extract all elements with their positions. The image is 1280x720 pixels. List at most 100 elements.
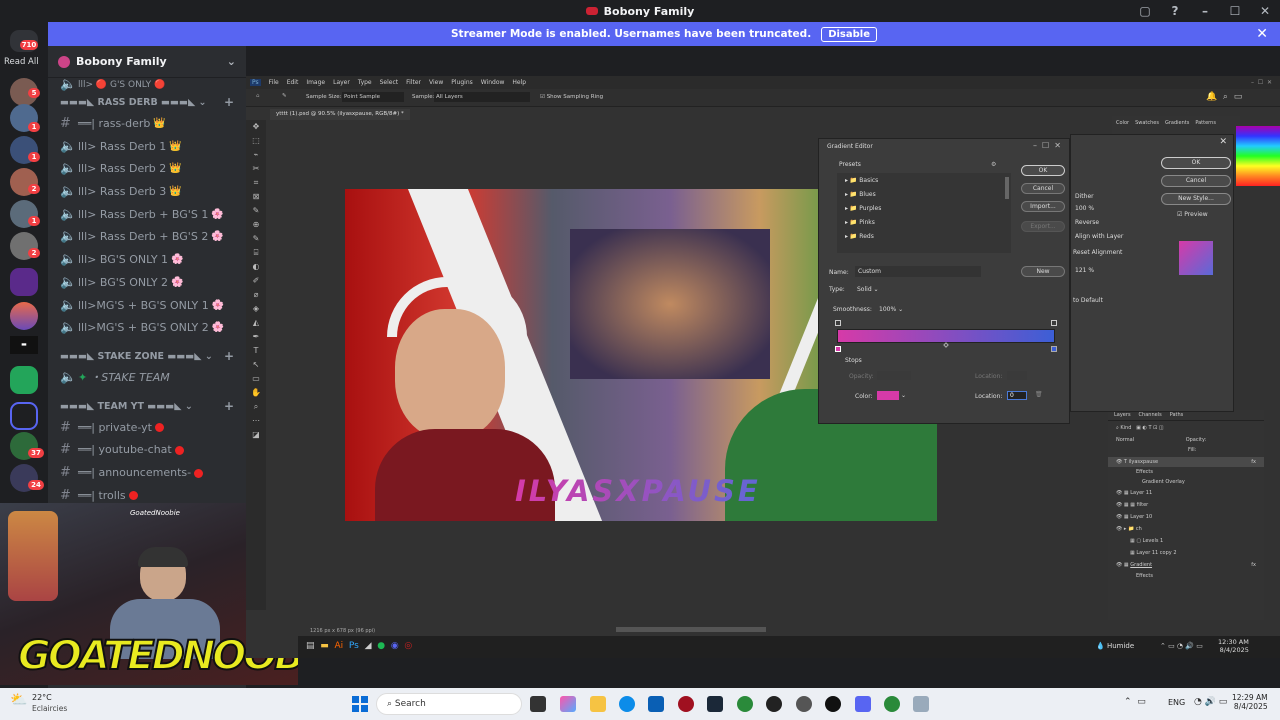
- ps-right-icons[interactable]: 🔔 ⌕ ▭: [1206, 92, 1242, 102]
- preset-folder[interactable]: ▸ 📁 Blues: [837, 184, 1011, 198]
- inbox-icon[interactable]: ▢: [1130, 0, 1160, 22]
- layer-row[interactable]: ▦ ▢ Levels 1: [1108, 535, 1264, 547]
- ps-window-controls[interactable]: – ☐ ✕: [1251, 79, 1272, 86]
- read-all-button[interactable]: Read All: [4, 57, 39, 67]
- copilot-icon[interactable]: [560, 696, 576, 712]
- menu-view[interactable]: View: [429, 79, 443, 86]
- midpoint-marker[interactable]: [943, 342, 949, 348]
- layer-row[interactable]: 👁 ▦ Gradient fx: [1108, 559, 1264, 571]
- opacity-stop-right[interactable]: [1051, 320, 1057, 326]
- color-stop-right[interactable]: [1051, 346, 1057, 352]
- channel-item[interactable]: # ══| announcements-: [48, 462, 246, 485]
- channel-item[interactable]: 🔈 lll> Rass Derb + BG'S 2 🌸: [48, 226, 246, 249]
- settings-icon[interactable]: ⚙: [991, 161, 996, 168]
- add-channel-icon[interactable]: +: [224, 92, 234, 113]
- channel-item[interactable]: # ══| private-yt: [48, 417, 246, 440]
- sample-size-select[interactable]: Point Sample: [342, 92, 404, 102]
- server-icon[interactable]: [10, 268, 38, 296]
- menu-plugins[interactable]: Plugins: [451, 79, 473, 86]
- layer-row[interactable]: 👁 ▦ Layer 10: [1108, 511, 1264, 523]
- menu-edit[interactable]: Edit: [287, 79, 299, 86]
- reverse-option[interactable]: Reverse: [1075, 219, 1099, 226]
- tool-icons[interactable]: ✥ ⬚ ⌁ ✂ ⌗ ⊠ ✎ ⊕ ✎ ⌸ ◐ ✐ ⌀ ◈ ◭ ✒ T ↖ ▭ ✋ ⌕ ⋯ ◪: [246, 120, 266, 442]
- file-explorer-icon[interactable]: [590, 696, 606, 712]
- category-team-yt[interactable]: ▬▬▬◣ TEAM YT ▬▬▬◣ ⌄ +: [48, 396, 246, 417]
- add-channel-icon[interactable]: +: [224, 346, 234, 367]
- chevron-down-icon[interactable]: ⌄: [227, 55, 236, 68]
- tab-swatches[interactable]: Swatches: [1135, 120, 1159, 126]
- layer-filter[interactable]: ⌕ Kind ▣ ◐ T ⊡ ◫: [1108, 421, 1264, 435]
- app-icon[interactable]: [766, 696, 782, 712]
- preset-folder[interactable]: ▸ 📁 Purples: [837, 198, 1011, 212]
- preset-folder[interactable]: ▸ 📁 Pinks: [837, 212, 1011, 226]
- channel-item[interactable]: 🔈 ✦ ・STAKE TEAM: [48, 367, 246, 390]
- opacity-stop-left[interactable]: [835, 320, 841, 326]
- color-spectrum[interactable]: [1236, 126, 1280, 186]
- menu-select[interactable]: Select: [380, 79, 399, 86]
- tab-patterns[interactable]: Patterns: [1195, 120, 1216, 126]
- discord-icon[interactable]: [855, 696, 871, 712]
- chrome-icon[interactable]: [884, 696, 900, 712]
- app-icon[interactable]: [678, 696, 694, 712]
- channel-item[interactable]: 🔈 lll> Rass Derb 2 👑: [48, 158, 246, 181]
- dither-option[interactable]: Dither: [1075, 193, 1094, 200]
- layer-row[interactable]: Effects: [1108, 571, 1264, 581]
- maximize-button[interactable]: ☐: [1220, 0, 1250, 22]
- minimize-button[interactable]: –: [1190, 0, 1220, 22]
- remote-desktop-icon[interactable]: [913, 696, 929, 712]
- guild-header[interactable]: Bobony Family ⌄: [48, 46, 246, 78]
- new-style-button[interactable]: New Style...: [1161, 193, 1231, 205]
- github-icon[interactable]: [796, 696, 812, 712]
- show-ring-checkbox[interactable]: ☑ Show Sampling Ring: [540, 94, 603, 100]
- category-rass-derb[interactable]: ▬▬▬◣ RASS DERB ▬▬▬◣ ⌄ +: [48, 92, 246, 113]
- remote-tray-icons[interactable]: ⌃ ▭ ◔ 🔊 ▭: [1160, 642, 1203, 650]
- server-icon[interactable]: [10, 302, 38, 330]
- document-tab[interactable]: ytttt (1).psd @ 90.5% (ilyasxpause, RGB/…: [270, 109, 410, 120]
- layer-style-cancel-button[interactable]: Cancel: [1161, 175, 1231, 187]
- menu-file[interactable]: File: [269, 79, 279, 86]
- channel-item[interactable]: # ══| rass-derb 👑: [48, 113, 246, 136]
- opacity-location-input[interactable]: [1007, 371, 1027, 380]
- export-button[interactable]: Export...: [1021, 221, 1065, 232]
- category-stake-zone[interactable]: ▬▬▬◣ STAKE ZONE ▬▬▬◣ ⌄ +: [48, 346, 246, 367]
- server-icon[interactable]: ▬: [10, 336, 38, 354]
- preset-folder[interactable]: ▸ 📁 Basics: [837, 173, 1011, 184]
- preset-scrollbar[interactable]: [1005, 177, 1009, 199]
- channel-item[interactable]: 🔈 lll> Rass Derb + BG'S 1 🌸: [48, 204, 246, 227]
- channel-item[interactable]: 🔈 lll>MG'S + BG'S ONLY 1 🌸: [48, 295, 246, 318]
- layer-row[interactable]: 👁 ▦ ▦ filter: [1108, 499, 1264, 511]
- folder-icon[interactable]: [10, 402, 38, 430]
- channel-item[interactable]: # ══| youtube-chat: [48, 439, 246, 462]
- channel-item[interactable]: 🔈 lll> BG'S ONLY 1 🌸: [48, 249, 246, 272]
- edge-icon[interactable]: [619, 696, 635, 712]
- clock[interactable]: 12:29 AM 8/4/2025: [1232, 693, 1268, 711]
- fill-row[interactable]: Fill:: [1108, 445, 1264, 457]
- media-player-icon[interactable]: [825, 696, 841, 712]
- disable-streamer-button[interactable]: Disable: [821, 26, 877, 42]
- channel-item[interactable]: 🔈 lll> Rass Derb 1 👑: [48, 136, 246, 159]
- sample-select[interactable]: All Layers: [434, 92, 530, 102]
- remote-weather[interactable]: 💧 Humide: [1096, 642, 1134, 650]
- start-button[interactable]: [352, 696, 368, 712]
- channel-item[interactable]: 🔈 lll> Rass Derb 3 👑: [48, 181, 246, 204]
- layer-style-ok-button[interactable]: OK: [1161, 157, 1231, 169]
- close-icon[interactable]: ✕: [1219, 137, 1227, 147]
- close-banner-icon[interactable]: ✕: [1256, 26, 1268, 42]
- preview-checkbox[interactable]: ☑ Preview: [1177, 211, 1208, 218]
- stop-color-swatch[interactable]: [877, 391, 899, 400]
- horizontal-scrollbar[interactable]: [616, 627, 766, 632]
- chrome-icon[interactable]: [737, 696, 753, 712]
- reset-alignment-button[interactable]: Reset Alignment: [1073, 249, 1122, 256]
- import-button[interactable]: Import...: [1021, 201, 1065, 212]
- steam-icon[interactable]: [707, 696, 723, 712]
- opacity-input[interactable]: [877, 371, 911, 380]
- help-icon[interactable]: ?: [1160, 0, 1190, 22]
- store-icon[interactable]: [648, 696, 664, 712]
- preset-folder[interactable]: ▸ 📁 Reds: [837, 226, 1011, 240]
- tab-gradients[interactable]: Gradients: [1165, 120, 1189, 126]
- gradient-cancel-button[interactable]: Cancel: [1021, 183, 1065, 194]
- layer-row[interactable]: 👁 ▸ 📁 ch: [1108, 523, 1264, 535]
- channel-item[interactable]: 🔈 lll>MG'S + BG'S ONLY 2 🌸: [48, 317, 246, 340]
- remote-app-icons[interactable]: ▤ ▬ Ai Ps ◢ ● ◉ ◎: [306, 641, 412, 651]
- layer-row[interactable]: Effects: [1108, 467, 1264, 477]
